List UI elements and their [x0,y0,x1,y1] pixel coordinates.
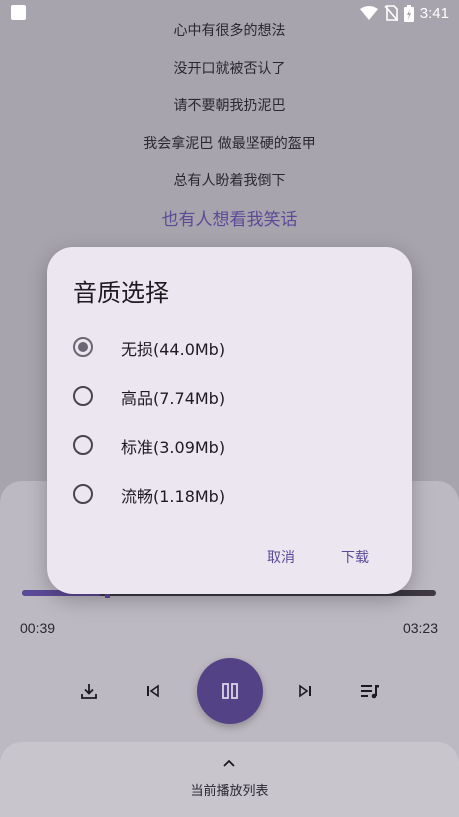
current-lyric-line: 也有人想看我笑话 [161,210,298,230]
option-label: 无损(44.0Mb) [121,340,226,359]
radio-button[interactable] [73,435,93,455]
radio-button[interactable] [73,337,93,357]
cancel-button[interactable]: 取消 [261,543,301,571]
chevron-up-icon[interactable] [220,756,238,770]
player-screen: 3:41 心中有很多的想法 没开口就被否认了 请不要朝我扔泥巴 我会拿泥巴 做最… [0,0,459,817]
option-label: 高品(7.74Mb) [121,389,226,408]
lyric-line: 没开口就被否认了 [173,61,286,77]
previous-button[interactable] [140,678,166,704]
radio-button[interactable] [73,386,93,406]
lyric-line: 总有人盼着我倒下 [173,173,286,189]
quality-option-smooth[interactable]: 流畅(1.18Mb) [63,473,393,517]
notification-icon [11,5,26,20]
skip-next-icon [299,684,311,698]
pause-button[interactable] [197,658,263,724]
total-time: 03:23 [402,620,438,636]
download-button[interactable] [76,678,102,704]
queue-label[interactable]: 当前播放列表 [0,780,459,799]
pause-icon [222,683,238,699]
battery-charging-icon [403,4,414,22]
download-icon [81,684,97,699]
lyric-line: 我会拿泥巴 做最坚硬的盔甲 [143,136,316,152]
current-time: 00:39 [20,620,56,636]
radio-button[interactable] [73,484,93,504]
lyric-line: 请不要朝我扔泥巴 [173,98,286,114]
quality-option-lossless[interactable]: 无损(44.0Mb) [63,326,393,370]
no-sim-icon [384,5,398,21]
option-label: 标准(3.09Mb) [121,438,226,457]
quality-option-high[interactable]: 高品(7.74Mb) [63,375,393,419]
clock: 3:41 [419,4,449,22]
wifi-icon [359,6,378,20]
download-confirm-button[interactable]: 下载 [335,543,375,571]
playlist-button[interactable] [357,678,383,704]
skip-previous-icon [147,684,159,698]
lyric-line: 心中有很多的想法 [173,23,286,39]
option-label: 流畅(1.18Mb) [121,487,226,506]
playlist-music-icon [361,685,379,699]
next-button[interactable] [292,678,318,704]
dialog-title: 音质选择 [73,279,169,307]
quality-dialog: 音质选择 无损(44.0Mb) 高品(7.74Mb) 标准(3.09Mb) 流畅… [47,247,412,594]
quality-option-standard[interactable]: 标准(3.09Mb) [63,424,393,468]
